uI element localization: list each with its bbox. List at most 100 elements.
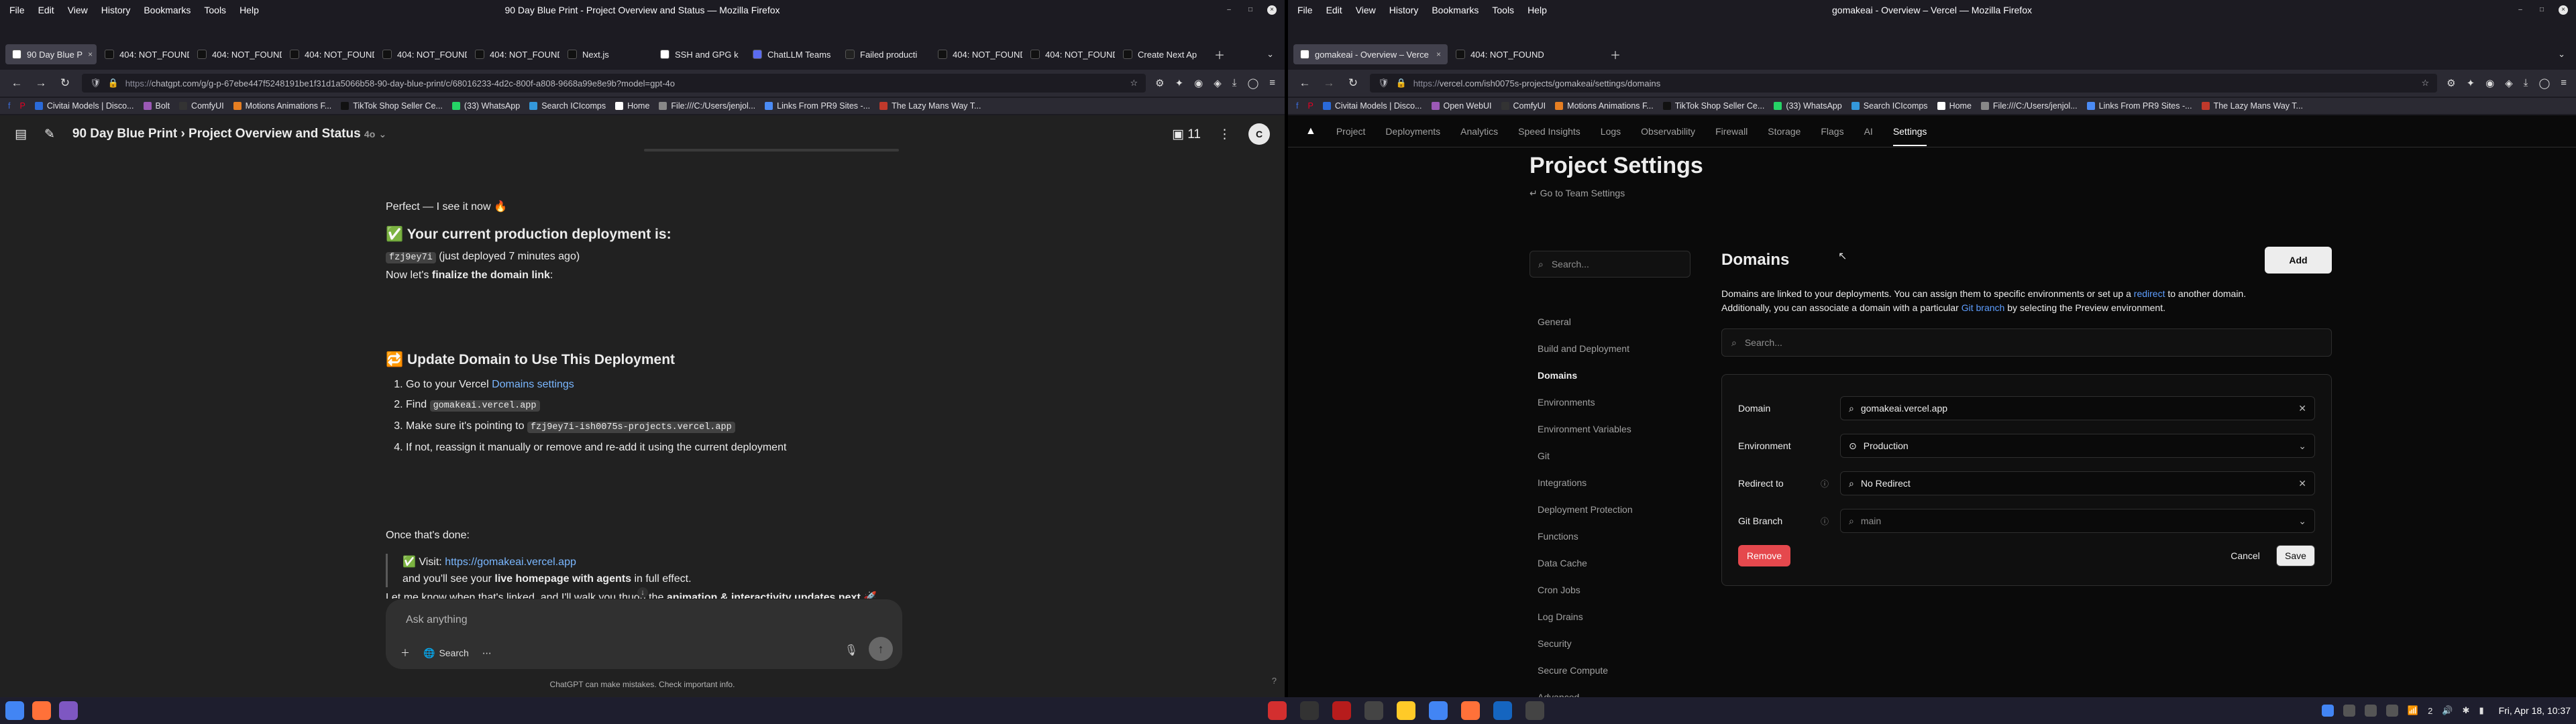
nav-tab-observability[interactable]: Observability	[1641, 126, 1695, 137]
back-icon[interactable]: ←	[1297, 76, 1312, 90]
nav-tab-ai[interactable]: AI	[1864, 126, 1873, 137]
cancel-button[interactable]: Cancel	[2224, 545, 2267, 566]
menu-edit[interactable]: Edit	[1326, 0, 1342, 20]
bookmark-item[interactable]: Open WebUI	[1431, 101, 1492, 111]
menu-file[interactable]: File	[1297, 0, 1313, 20]
domains-settings-link[interactable]: Domains settings	[492, 379, 574, 390]
extension-icon[interactable]: ◉	[1194, 77, 1203, 89]
menu-view[interactable]: View	[68, 0, 88, 20]
account-icon[interactable]: ◯	[2538, 77, 2550, 89]
browser-tab[interactable]: 404: NOT_FOUND	[1024, 44, 1115, 64]
nav-tab-settings[interactable]: Settings	[1892, 117, 1927, 146]
browser-tab[interactable]: gomakeai - Overview – Verce ×	[1293, 44, 1448, 64]
tray-icon[interactable]	[2364, 705, 2377, 717]
extension-icon[interactable]: ◈	[1214, 77, 1222, 89]
bookmark-item[interactable]: Links From PR9 Sites -...	[765, 101, 870, 111]
firefox-icon[interactable]	[32, 701, 51, 720]
tray-icon[interactable]	[2385, 705, 2398, 717]
app-icon[interactable]	[1493, 701, 1512, 720]
volume-icon[interactable]: 🔊	[2442, 705, 2453, 716]
vercel-logo-icon[interactable]: ▲	[1305, 125, 1316, 137]
nav-tab-analytics[interactable]: Analytics	[1460, 126, 1498, 137]
tab-list-icon[interactable]: ⌄	[2558, 49, 2565, 60]
sidebar-item-environment-variables[interactable]: Environment Variables	[1538, 416, 1699, 442]
new-tab-icon[interactable]: ＋	[1610, 46, 1621, 62]
nav-tab-speed-insights[interactable]: Speed Insights	[1518, 126, 1580, 137]
more-options-icon[interactable]: ⋮	[1218, 127, 1231, 142]
tray-icon[interactable]	[2343, 705, 2355, 717]
composer-input[interactable]: Ask anything	[406, 614, 468, 626]
app-icon[interactable]	[1300, 701, 1319, 720]
bookmark-item[interactable]: Search ICIcomps	[1851, 101, 1928, 111]
project-name[interactable]: 90 Day Blue Print	[72, 127, 177, 141]
sidebar-item-secure-compute[interactable]: Secure Compute	[1538, 657, 1699, 684]
bookmark-item[interactable]: (33) WhatsApp	[1774, 101, 1842, 111]
sidebar-item-git[interactable]: Git	[1538, 442, 1699, 469]
chrome-icon[interactable]	[1429, 701, 1448, 720]
tab-list-icon[interactable]: ⌄	[1267, 49, 1274, 60]
bookmark-item[interactable]: Motions Animations F...	[233, 101, 331, 111]
minimize-icon[interactable]: –	[2516, 5, 2525, 15]
extension-icon[interactable]: ⚙	[1155, 77, 1164, 89]
app-icon[interactable]	[1332, 701, 1351, 720]
save-button[interactable]: Save	[2276, 545, 2315, 566]
reload-icon[interactable]: ↻	[58, 76, 72, 90]
git-branch-link[interactable]: Git branch	[1962, 302, 2005, 313]
app-icon[interactable]	[1364, 701, 1383, 720]
scroll-down-icon[interactable]: ↓	[637, 587, 648, 598]
menu-bookmarks[interactable]: Bookmarks	[144, 0, 191, 20]
firefox-icon[interactable]: f	[1296, 101, 1298, 111]
minimize-icon[interactable]: –	[1224, 5, 1234, 15]
nav-tab-firewall[interactable]: Firewall	[1715, 126, 1748, 137]
help-icon[interactable]: ?	[1272, 676, 1277, 686]
browser-tab[interactable]: 404: NOT_FOUND	[191, 44, 282, 64]
browser-tab[interactable]: 404: NOT_FOUND	[931, 44, 1022, 64]
extension-icon[interactable]: ✦	[2467, 77, 2475, 89]
browser-tab[interactable]: 404: NOT_FOUND	[283, 44, 374, 64]
maximize-icon[interactable]: □	[2537, 5, 2546, 15]
sidebar-toggle-icon[interactable]: ▤	[15, 127, 27, 142]
menu-file[interactable]: File	[9, 0, 25, 20]
browser-tab[interactable]: ChatLLM Teams	[746, 44, 837, 64]
bookmark-item[interactable]: Links From PR9 Sites -...	[2086, 101, 2192, 111]
bookmark-item[interactable]: (33) WhatsApp	[451, 101, 520, 111]
menu-icon[interactable]: ≡	[1269, 77, 1275, 89]
menu-bookmarks[interactable]: Bookmarks	[1432, 0, 1479, 20]
domain-search-input[interactable]: ⌕ Search...	[1721, 328, 2332, 357]
environment-select[interactable]: ⊙ Production ⌄	[1840, 434, 2315, 458]
visit-link[interactable]: https://gomakeai.vercel.app	[445, 556, 576, 568]
download-icon[interactable]: ⤓	[2524, 77, 2528, 89]
browser-tab[interactable]: Failed producti	[839, 44, 930, 64]
browser-tab[interactable]: 404: NOT_FOUND	[98, 44, 189, 64]
sidebar-item-log-drains[interactable]: Log Drains	[1538, 603, 1699, 630]
menu-help[interactable]: Help	[1527, 0, 1547, 20]
remove-button[interactable]: Remove	[1738, 545, 1790, 566]
search-button[interactable]: 🌐 Search	[423, 648, 469, 659]
redirect-link[interactable]: redirect	[2134, 288, 2165, 299]
wifi-icon[interactable]: 📶	[2408, 705, 2418, 716]
sidebar-item-domains[interactable]: Domains	[1538, 362, 1699, 389]
bookmark-item[interactable]: Motions Animations F...	[1555, 101, 1654, 111]
reload-icon[interactable]: ↻	[1346, 76, 1360, 90]
app-icon[interactable]	[1525, 701, 1544, 720]
menu-icon[interactable]: ≡	[2561, 77, 2567, 89]
download-icon[interactable]: ⤓	[1232, 77, 1237, 89]
browser-tab[interactable]: 90 Day Blue P ×	[5, 44, 97, 64]
bookmark-item[interactable]: Home	[615, 101, 649, 111]
menu-help[interactable]: Help	[239, 0, 259, 20]
extension-icon[interactable]: ◉	[2485, 77, 2494, 89]
canvas-count[interactable]: ▣ 11	[1172, 127, 1201, 142]
nav-tab-project[interactable]: Project	[1336, 126, 1366, 137]
bookmark-item[interactable]: The Lazy Mans Way T...	[879, 101, 981, 111]
sidebar-item-integrations[interactable]: Integrations	[1538, 469, 1699, 496]
sidebar-item-build-and-deployment[interactable]: Build and Deployment	[1538, 335, 1699, 362]
sidebar-item-advanced[interactable]: Advanced	[1538, 684, 1699, 697]
firefox-icon[interactable]	[1461, 701, 1480, 720]
nav-tab-logs[interactable]: Logs	[1601, 126, 1621, 137]
bluetooth-icon[interactable]: ✱	[2463, 705, 2470, 716]
sidebar-item-security[interactable]: Security	[1538, 630, 1699, 657]
browser-tab[interactable]: 404: NOT_FOUND	[376, 44, 467, 64]
sidebar-item-deployment-protection[interactable]: Deployment Protection	[1538, 496, 1699, 523]
bookmark-star-icon[interactable]: ☆	[1130, 78, 1138, 88]
browser-tab[interactable]: Create Next Ap	[1116, 44, 1208, 64]
